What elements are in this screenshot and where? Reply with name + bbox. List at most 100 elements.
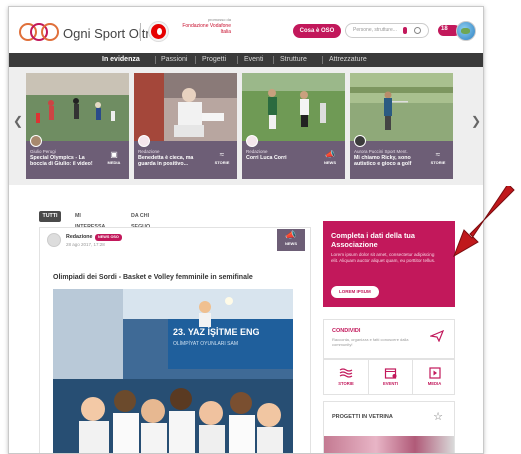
- foundation-label: promosso da Fondazione Vodafone Italia: [173, 17, 231, 35]
- post-author-avatar[interactable]: [47, 233, 61, 247]
- story-icon: [339, 368, 353, 378]
- card-author: Aurora Puccini Sport Ment.: [354, 149, 408, 154]
- nav-divider: [237, 56, 238, 64]
- quick-media-button[interactable]: MEDIA: [412, 360, 456, 394]
- header-divider: [140, 23, 141, 41]
- featured-projects-box[interactable]: PROGETTI IN VETRINA ☆: [323, 401, 455, 453]
- feed-post[interactable]: Redazione NEWS OSO 28 ago 2017, 17:28 📣 N…: [39, 227, 311, 453]
- quick-storie-button[interactable]: STORIE: [324, 360, 368, 394]
- search-icon[interactable]: [414, 27, 421, 34]
- card-type-label: STORIE: [214, 160, 230, 165]
- banner-subtext: OLİMPİYAT OYUNLARI SAM: [173, 340, 238, 347]
- card-info: Aurora Puccini Sport Ment. Mi chiamo Ric…: [350, 135, 453, 179]
- card-author: Redazione: [246, 149, 268, 154]
- story-icon: ≈ STORIE: [428, 150, 448, 165]
- nav-divider: [155, 56, 156, 64]
- author-avatar: [354, 135, 366, 147]
- card-title[interactable]: Corri Luca Corri: [246, 155, 312, 161]
- vodafone-logo-icon: [149, 22, 168, 41]
- card-type-label: MEDIA: [107, 160, 121, 165]
- featured-project-photo[interactable]: [324, 436, 454, 453]
- author-avatar: [138, 135, 150, 147]
- nav-item-passioni[interactable]: Passioni: [161, 53, 187, 67]
- post-photo-graphic: 23. YAZ İŞİTME ENG OLİMPİYAT OYUNLARI SA…: [53, 289, 293, 453]
- notifications-count: 18: [441, 26, 448, 32]
- featured-projects-title: PROGETTI IN VETRINA: [332, 414, 393, 420]
- screenshot-stage: Ogni Sport Oltre promosso da Fondazione …: [0, 0, 521, 454]
- card-photo: [26, 73, 129, 141]
- story-icon: ≈ STORIE: [212, 150, 232, 165]
- post-author[interactable]: Redazione: [66, 234, 93, 240]
- media-icon: [428, 367, 441, 379]
- tab-tutti[interactable]: TUTTI: [39, 211, 61, 222]
- cosa-e-oso-button[interactable]: Cosa è OSO: [293, 24, 341, 38]
- carousel-card[interactable]: Redazione Benedetta è cieca, ma guarda i…: [134, 73, 237, 179]
- card-title[interactable]: Benedetta è cieca, ma guarda in positivo…: [138, 155, 204, 168]
- promo-box: Completa i dati della tua Associazione L…: [323, 221, 455, 307]
- carousel-card[interactable]: Aurora Puccini Sport Ment. Mi chiamo Ric…: [350, 73, 453, 179]
- banner-text: 23. YAZ İŞİTME ENG: [173, 327, 260, 337]
- card-type-label: STORIE: [430, 160, 446, 165]
- nav-divider: [195, 56, 196, 64]
- card-photo: [134, 73, 237, 141]
- author-avatar: [246, 135, 258, 147]
- promo-text: Lorem ipsum dolor sit amet, consectetur …: [331, 252, 436, 263]
- post-date: 28 ago 2017, 17:28: [66, 242, 105, 247]
- calendar-pin-icon: [384, 368, 396, 379]
- search-input[interactable]: Persone, strutture...: [353, 27, 397, 33]
- card-type-label: NEWS: [324, 160, 336, 165]
- card-info: Giulio Perugi Special Olympics - La bocc…: [26, 135, 129, 179]
- nav-item-attrezzature[interactable]: Attrezzature: [329, 53, 367, 67]
- tab-da-chi-seguo[interactable]: DA CHI SEGUO: [131, 211, 150, 230]
- quick-storie-label: STORIE: [338, 381, 354, 386]
- quick-media-label: MEDIA: [427, 381, 442, 386]
- news-megaphone-icon: 📣 NEWS: [277, 229, 305, 251]
- nav-item-strutture[interactable]: Strutture: [280, 53, 307, 67]
- media-icon: ▣ MEDIA: [104, 150, 124, 165]
- paper-plane-icon[interactable]: [430, 330, 444, 342]
- site-header: Ogni Sport Oltre promosso da Fondazione …: [9, 7, 483, 53]
- nav-divider: [273, 56, 274, 64]
- search-field[interactable]: Persone, strutture...: [345, 23, 429, 38]
- card-photo: [242, 73, 345, 141]
- lorem-ipsum-button[interactable]: LOREM IPSUM: [331, 286, 379, 298]
- main-nav: In evidenza Passioni Progetti Eventi Str…: [9, 53, 483, 67]
- tab-mi-interessa[interactable]: MI INTERESSA: [75, 211, 105, 230]
- oso-logo-icon[interactable]: [19, 21, 59, 43]
- annotation-arrow-icon: [453, 186, 515, 258]
- quick-actions: STORIE EVENTI MEDIA: [323, 359, 455, 395]
- carousel-next-icon[interactable]: ❯: [471, 114, 481, 128]
- quick-eventi-button[interactable]: EVENTI: [368, 360, 412, 394]
- nav-divider: [322, 56, 323, 64]
- featured-carousel: ❮ ❯ Giulio Perugi Special Olympics - La …: [9, 67, 483, 185]
- share-text: Racconta, organizza e fatti conoscere da…: [332, 337, 409, 347]
- share-box[interactable]: CONDIVIDI Racconta, organizza e fatti co…: [323, 319, 455, 359]
- carousel-card[interactable]: Giulio Perugi Special Olympics - La bocc…: [26, 73, 129, 179]
- news-megaphone-icon: 📣 NEWS: [320, 150, 340, 165]
- nav-item-in-evidenza[interactable]: In evidenza: [102, 53, 140, 67]
- browser-page: Ogni Sport Oltre promosso da Fondazione …: [8, 6, 484, 454]
- card-photo: [350, 73, 453, 141]
- card-title[interactable]: Mi chiamo Ricky, sono autistico e gioco …: [354, 155, 420, 168]
- quick-eventi-label: EVENTI: [382, 381, 399, 386]
- microphone-icon[interactable]: [403, 27, 407, 34]
- promo-title: Completa i dati della tua Associazione: [331, 231, 415, 249]
- card-author: Giulio Perugi: [30, 149, 56, 154]
- foundation-name: Fondazione Vodafone Italia: [182, 23, 231, 35]
- post-badge: NEWS OSO: [95, 234, 122, 241]
- share-title: CONDIVIDI: [332, 328, 361, 334]
- nav-item-progetti[interactable]: Progetti: [202, 53, 226, 67]
- card-info: Redazione Benedetta è cieca, ma guarda i…: [134, 135, 237, 179]
- nav-item-eventi[interactable]: Eventi: [244, 53, 263, 67]
- card-title[interactable]: Special Olympics - La boccia di Giulio: …: [30, 155, 96, 168]
- card-author: Redazione: [138, 149, 160, 154]
- star-icon[interactable]: ☆: [433, 410, 443, 423]
- post-title[interactable]: Olimpiadi dei Sordi - Basket e Volley fe…: [53, 274, 253, 281]
- post-photo[interactable]: 23. YAZ İŞİTME ENG OLİMPİYAT OYUNLARI SA…: [53, 289, 293, 453]
- brand-name[interactable]: Ogni Sport Oltre: [63, 26, 157, 41]
- carousel-card[interactable]: Redazione Corri Luca Corri 📣 NEWS: [242, 73, 345, 179]
- author-avatar: [30, 135, 42, 147]
- user-avatar-globe-icon[interactable]: [456, 21, 476, 41]
- card-info: Redazione Corri Luca Corri 📣 NEWS: [242, 135, 345, 179]
- carousel-prev-icon[interactable]: ❮: [13, 114, 23, 128]
